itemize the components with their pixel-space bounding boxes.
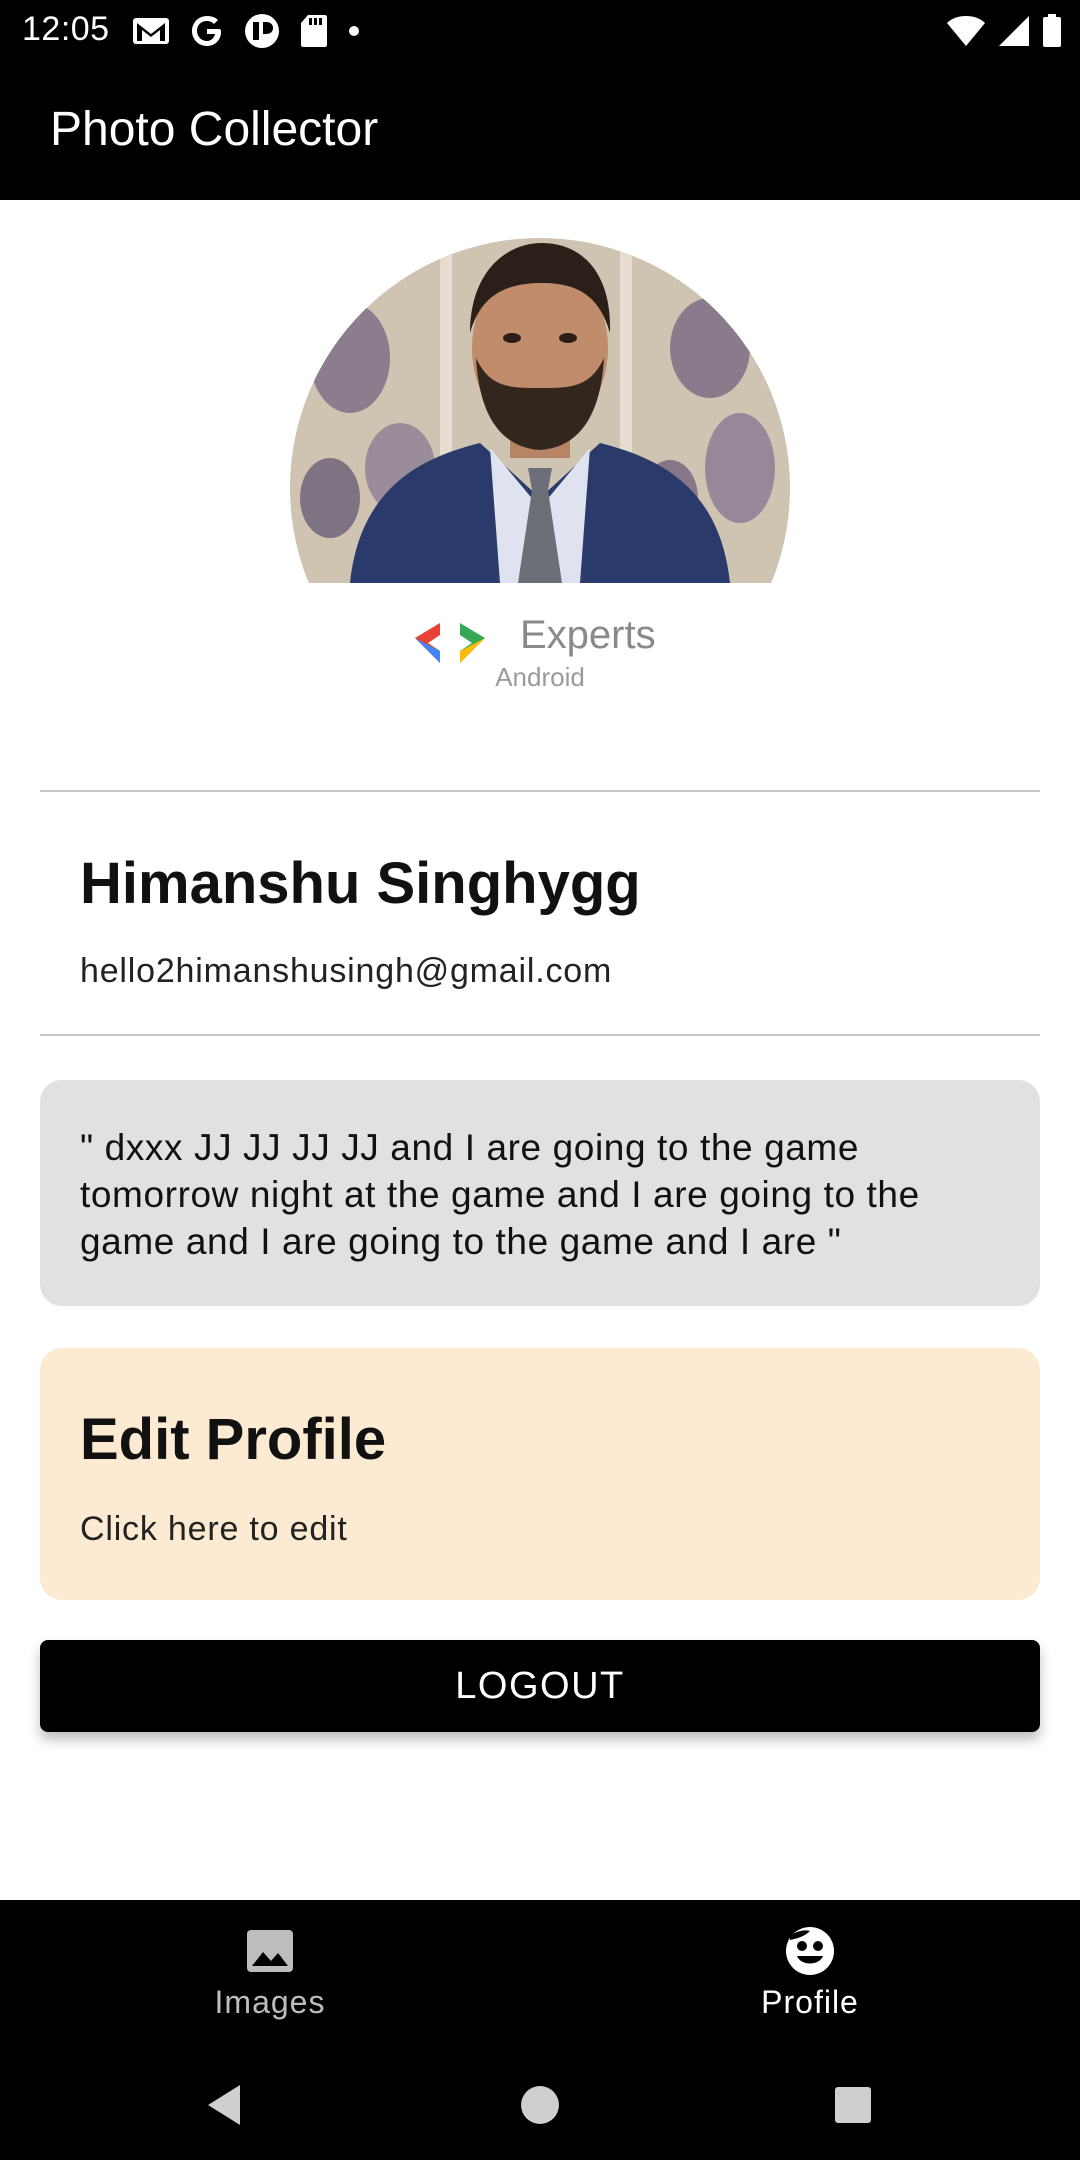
about-text: " dxxx JJ JJ JJ JJ and I are going to th… (80, 1127, 920, 1262)
edit-profile-card[interactable]: Edit Profile Click here to edit (40, 1348, 1040, 1600)
app-title: Photo Collector (50, 103, 379, 156)
profile-name: Himanshu Singhygg (80, 851, 641, 916)
status-bar: 12:05 (0, 0, 1080, 62)
dot-icon (349, 26, 359, 36)
recents-icon[interactable] (828, 2080, 878, 2130)
battery-icon (1043, 14, 1061, 47)
face-icon (786, 1927, 834, 1975)
system-status-icons (946, 12, 1062, 50)
notification-icons (132, 12, 360, 50)
gmail-icon (133, 18, 169, 44)
system-navigation (0, 2050, 1080, 2160)
home-icon[interactable] (515, 2080, 565, 2130)
signal-icon (999, 16, 1029, 46)
nav-label-images: Images (214, 1984, 326, 2020)
avatar-photo: Experts Android (290, 238, 790, 738)
profile-email: hello2himanshusingh@gmail.com (80, 952, 613, 990)
avatar-badge-sub: Android (495, 662, 585, 692)
status-time: 12:05 (22, 10, 110, 48)
edit-profile-subtitle: Click here to edit (80, 1510, 348, 1548)
back-icon[interactable] (200, 2080, 250, 2130)
divider-top (40, 790, 1040, 792)
profile-content: Experts Android Himanshu Singhygg hello2… (0, 200, 1080, 1900)
sd-card-icon (301, 15, 327, 47)
about-card: " dxxx JJ JJ JJ JJ and I are going to th… (40, 1080, 1040, 1306)
app-icon (245, 14, 279, 48)
logout-button[interactable]: LOGOUT (40, 1640, 1040, 1732)
nav-item-profile[interactable]: Profile (540, 1900, 1080, 2050)
app-bar: Photo Collector (0, 62, 1080, 200)
image-icon (247, 1930, 293, 1972)
google-icon (192, 16, 221, 46)
bottom-navigation: Images Profile (0, 1900, 1080, 2050)
nav-label-profile: Profile (761, 1984, 859, 2020)
edit-profile-title: Edit Profile (80, 1407, 387, 1472)
avatar-badge-text: Experts (520, 613, 656, 657)
wifi-icon (947, 16, 985, 46)
profile-avatar[interactable]: Experts Android (290, 238, 790, 738)
divider-bottom (40, 1034, 1040, 1036)
nav-item-images[interactable]: Images (0, 1900, 540, 2050)
